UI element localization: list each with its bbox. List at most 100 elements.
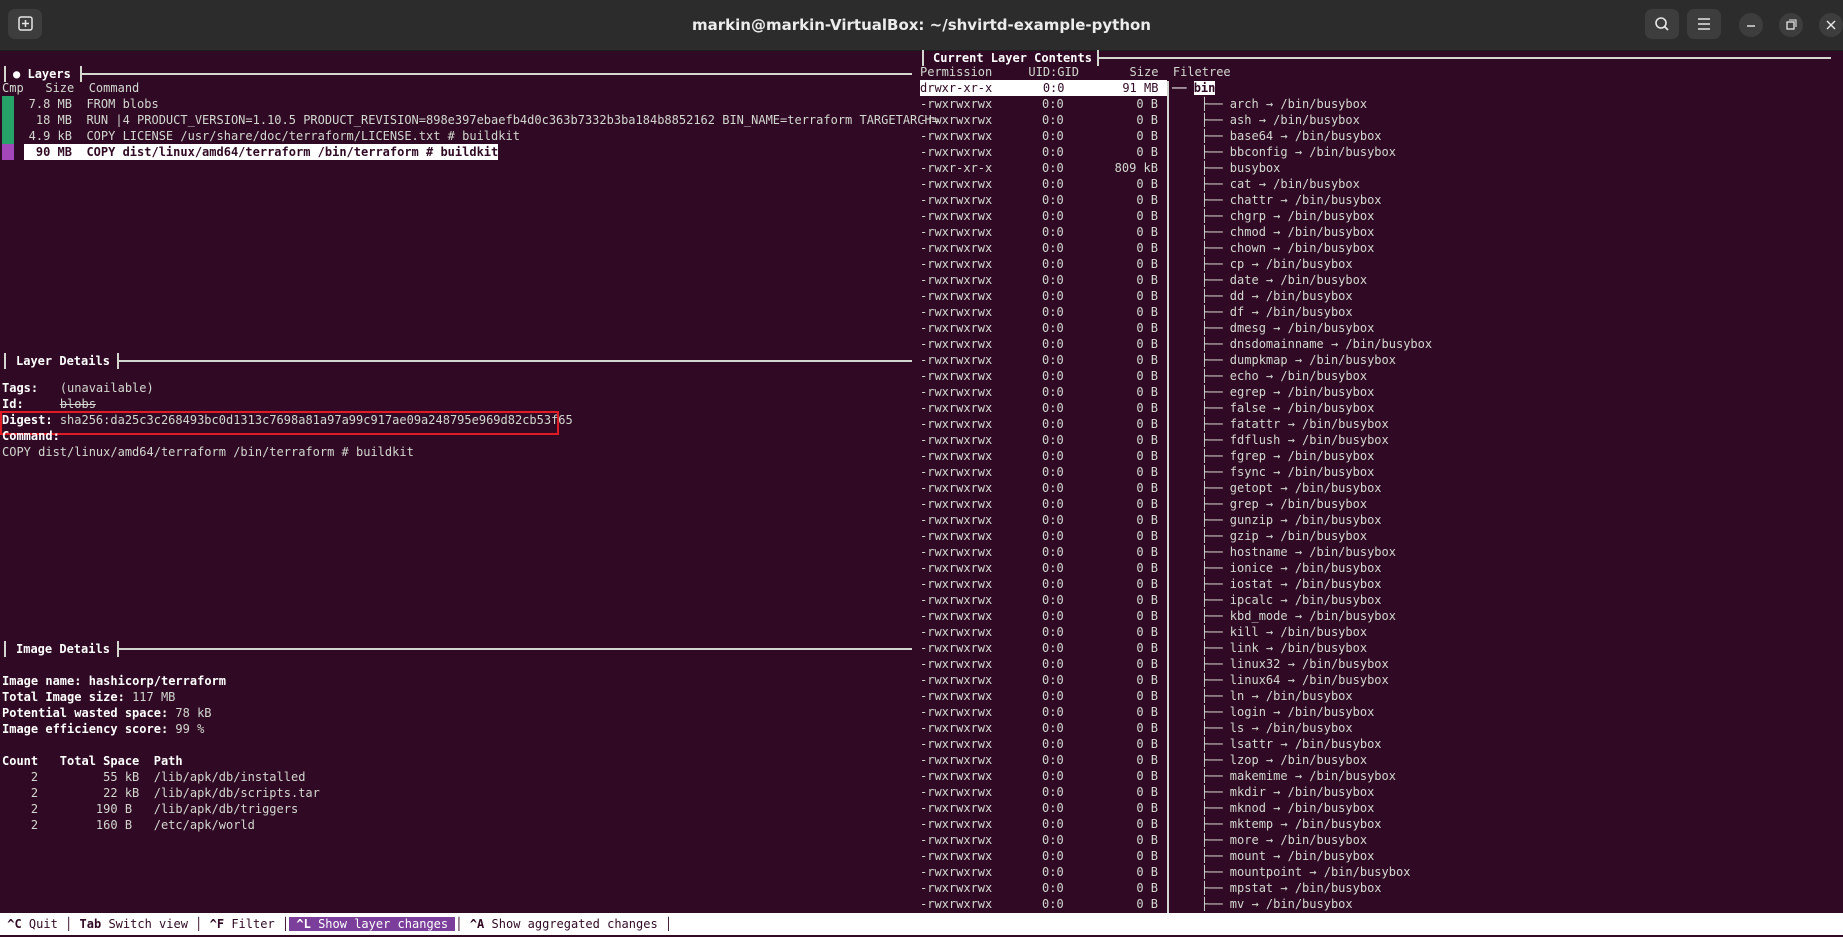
filetree-entry[interactable]: ├── kill → /bin/busybox (1172, 624, 1367, 640)
contents-row[interactable]: -rwxrwxrwx 0:0 0 B (920, 496, 1158, 512)
filetree-entry[interactable]: ├── login → /bin/busybox (1172, 704, 1374, 720)
contents-row[interactable]: -rwxrwxrwx 0:0 0 B (920, 384, 1158, 400)
contents-row[interactable]: -rwxrwxrwx 0:0 0 B (920, 128, 1158, 144)
minimize-button[interactable] (1739, 13, 1763, 37)
contents-row[interactable]: -rwxrwxrwx 0:0 0 B (920, 192, 1158, 208)
filetree-entry[interactable]: ├── chmod → /bin/busybox (1172, 224, 1374, 240)
contents-row[interactable]: -rwxrwxrwx 0:0 0 B (920, 512, 1158, 528)
contents-row[interactable]: -rwxrwxrwx 0:0 0 B (920, 144, 1158, 160)
contents-row[interactable]: -rwxrwxrwx 0:0 0 B (920, 752, 1158, 768)
filetree-entry[interactable]: ├── fatattr → /bin/busybox (1172, 416, 1389, 432)
filetree-entry[interactable]: ├── ash → /bin/busybox (1172, 112, 1360, 128)
filetree-entry[interactable]: ├── mktemp → /bin/busybox (1172, 816, 1382, 832)
contents-row[interactable]: -rwxrwxrwx 0:0 0 B (920, 608, 1158, 624)
layer-row[interactable]: 7.8 MB FROM blobs (24, 96, 159, 112)
filetree-entry[interactable]: ├── dnsdomainname → /bin/busybox (1172, 336, 1432, 352)
filetree-entry[interactable]: ├── ln → /bin/busybox (1172, 688, 1353, 704)
filetree-entry[interactable]: ├── ipcalc → /bin/busybox (1172, 592, 1382, 608)
filetree-entry[interactable]: ├── linux32 → /bin/busybox (1172, 656, 1389, 672)
filetree-entry[interactable]: ├── iostat → /bin/busybox (1172, 576, 1382, 592)
contents-row[interactable]: -rwxrwxrwx 0:0 0 B (920, 736, 1158, 752)
contents-row[interactable]: -rwxrwxrwx 0:0 0 B (920, 96, 1158, 112)
layer-row[interactable]: 4.9 kB COPY LICENSE /usr/share/doc/terra… (24, 128, 520, 144)
contents-row[interactable]: -rwxrwxrwx 0:0 0 B (920, 560, 1158, 576)
filetree-entry[interactable]: ├── chown → /bin/busybox (1172, 240, 1374, 256)
contents-row[interactable]: -rwxrwxrwx 0:0 0 B (920, 768, 1158, 784)
contents-row[interactable]: -rwxrwxrwx 0:0 0 B (920, 288, 1158, 304)
search-button[interactable] (1645, 9, 1679, 39)
filetree-entry[interactable]: ├── kbd_mode → /bin/busybox (1172, 608, 1396, 624)
contents-row[interactable]: -rwxrwxrwx 0:0 0 B (920, 400, 1158, 416)
contents-row[interactable]: -rwxrwxrwx 0:0 0 B (920, 272, 1158, 288)
contents-row[interactable]: -rwxrwxrwx 0:0 0 B (920, 672, 1158, 688)
contents-row[interactable]: -rwxrwxrwx 0:0 0 B (920, 352, 1158, 368)
contents-row[interactable]: -rwxrwxrwx 0:0 0 B (920, 848, 1158, 864)
filetree-entry[interactable]: ├── mv → /bin/busybox (1172, 896, 1353, 912)
filetree-entry[interactable]: ├── chgrp → /bin/busybox (1172, 208, 1374, 224)
filetree-entry[interactable]: ├── date → /bin/busybox (1172, 272, 1367, 288)
filetree-entry[interactable]: ├── makemime → /bin/busybox (1172, 768, 1396, 784)
filetree-entry[interactable]: ├── grep → /bin/busybox (1172, 496, 1367, 512)
filetree-entry[interactable]: ├── busybox (1172, 160, 1280, 176)
filetree-entry[interactable]: ├── fdflush → /bin/busybox (1172, 432, 1389, 448)
filetree-entry[interactable]: ├── cat → /bin/busybox (1172, 176, 1360, 192)
filetree-entry[interactable]: ├── fgrep → /bin/busybox (1172, 448, 1374, 464)
contents-row[interactable]: -rwxrwxrwx 0:0 0 B (920, 448, 1158, 464)
filetree-entry[interactable]: ├── mpstat → /bin/busybox (1172, 880, 1382, 896)
contents-row[interactable]: -rwxrwxrwx 0:0 0 B (920, 416, 1158, 432)
footer-item-filter[interactable]: ^F Filter (202, 917, 282, 931)
filetree-entry[interactable]: ├── mknod → /bin/busybox (1172, 800, 1374, 816)
contents-row[interactable]: -rwxrwxrwx 0:0 0 B (920, 704, 1158, 720)
contents-row[interactable]: -rwxr-xr-x 0:0 809 kB (920, 160, 1158, 176)
terminal-area[interactable]: ● Layers Cmp Size Command 7.8 MB FROM bl… (0, 50, 1843, 937)
contents-row[interactable]: -rwxrwxrwx 0:0 0 B (920, 656, 1158, 672)
footer-item-switch-view[interactable]: Tab Switch view (72, 917, 195, 931)
filetree-entry[interactable]: ├── false → /bin/busybox (1172, 400, 1374, 416)
filetree-entry[interactable]: ├── mkdir → /bin/busybox (1172, 784, 1374, 800)
filetree-entry[interactable]: ├── arch → /bin/busybox (1172, 96, 1367, 112)
contents-row[interactable]: -rwxrwxrwx 0:0 0 B (920, 432, 1158, 448)
filetree-entry[interactable]: ├── chattr → /bin/busybox (1172, 192, 1382, 208)
filetree-entry[interactable]: ├── mountpoint → /bin/busybox (1172, 864, 1411, 880)
filetree-entry[interactable]: ├── bbconfig → /bin/busybox (1172, 144, 1396, 160)
contents-row[interactable]: -rwxrwxrwx 0:0 0 B (920, 304, 1158, 320)
menu-button[interactable] (1687, 9, 1721, 39)
contents-row[interactable]: -rwxrwxrwx 0:0 0 B (920, 592, 1158, 608)
filetree-entry[interactable]: ├── dmesg → /bin/busybox (1172, 320, 1374, 336)
filetree-entry[interactable]: ├── dumpkmap → /bin/busybox (1172, 352, 1396, 368)
contents-root-row[interactable]: drwxr-xr-x 0:0 91 MB (920, 80, 1167, 96)
filetree-entry[interactable]: ├── base64 → /bin/busybox (1172, 128, 1382, 144)
contents-row[interactable]: -rwxrwxrwx 0:0 0 B (920, 368, 1158, 384)
filetree-entry[interactable]: ├── gunzip → /bin/busybox (1172, 512, 1382, 528)
contents-row[interactable]: -rwxrwxrwx 0:0 0 B (920, 224, 1158, 240)
filetree-entry[interactable]: ├── df → /bin/busybox (1172, 304, 1353, 320)
filetree-root[interactable]: ── bin (1172, 80, 1216, 96)
filetree-entry[interactable]: ├── ionice → /bin/busybox (1172, 560, 1382, 576)
layer-row[interactable]: 90 MB COPY dist/linux/amd64/terraform /b… (24, 144, 499, 160)
filetree-entry[interactable]: ├── gzip → /bin/busybox (1172, 528, 1367, 544)
contents-row[interactable]: -rwxrwxrwx 0:0 0 B (920, 576, 1158, 592)
contents-row[interactable]: -rwxrwxrwx 0:0 0 B (920, 896, 1158, 912)
contents-row[interactable]: -rwxrwxrwx 0:0 0 B (920, 480, 1158, 496)
filetree-entry[interactable]: ├── getopt → /bin/busybox (1172, 480, 1382, 496)
filetree-entry[interactable]: ├── linux64 → /bin/busybox (1172, 672, 1389, 688)
footer-item-show-layer-changes[interactable]: ^L Show layer changes (289, 917, 456, 931)
filetree-entry[interactable]: ├── ls → /bin/busybox (1172, 720, 1353, 736)
filetree-entry[interactable]: ├── dd → /bin/busybox (1172, 288, 1353, 304)
contents-row[interactable]: -rwxrwxrwx 0:0 0 B (920, 624, 1158, 640)
contents-row[interactable]: -rwxrwxrwx 0:0 0 B (920, 720, 1158, 736)
contents-row[interactable]: -rwxrwxrwx 0:0 0 B (920, 176, 1158, 192)
contents-row[interactable]: -rwxrwxrwx 0:0 0 B (920, 688, 1158, 704)
layer-row[interactable]: 18 MB RUN |4 PRODUCT_VERSION=1.10.5 PROD… (24, 112, 939, 128)
maximize-button[interactable] (1779, 13, 1803, 37)
contents-row[interactable]: -rwxrwxrwx 0:0 0 B (920, 816, 1158, 832)
footer-item-show-aggregated-changes[interactable]: ^A Show aggregated changes (463, 917, 665, 931)
contents-row[interactable]: -rwxrwxrwx 0:0 0 B (920, 864, 1158, 880)
contents-row[interactable]: -rwxrwxrwx 0:0 0 B (920, 112, 1158, 128)
contents-row[interactable]: -rwxrwxrwx 0:0 0 B (920, 832, 1158, 848)
filetree-entry[interactable]: ├── link → /bin/busybox (1172, 640, 1367, 656)
contents-row[interactable]: -rwxrwxrwx 0:0 0 B (920, 880, 1158, 896)
contents-row[interactable]: -rwxrwxrwx 0:0 0 B (920, 528, 1158, 544)
close-button[interactable] (1819, 13, 1843, 37)
contents-row[interactable]: -rwxrwxrwx 0:0 0 B (920, 640, 1158, 656)
